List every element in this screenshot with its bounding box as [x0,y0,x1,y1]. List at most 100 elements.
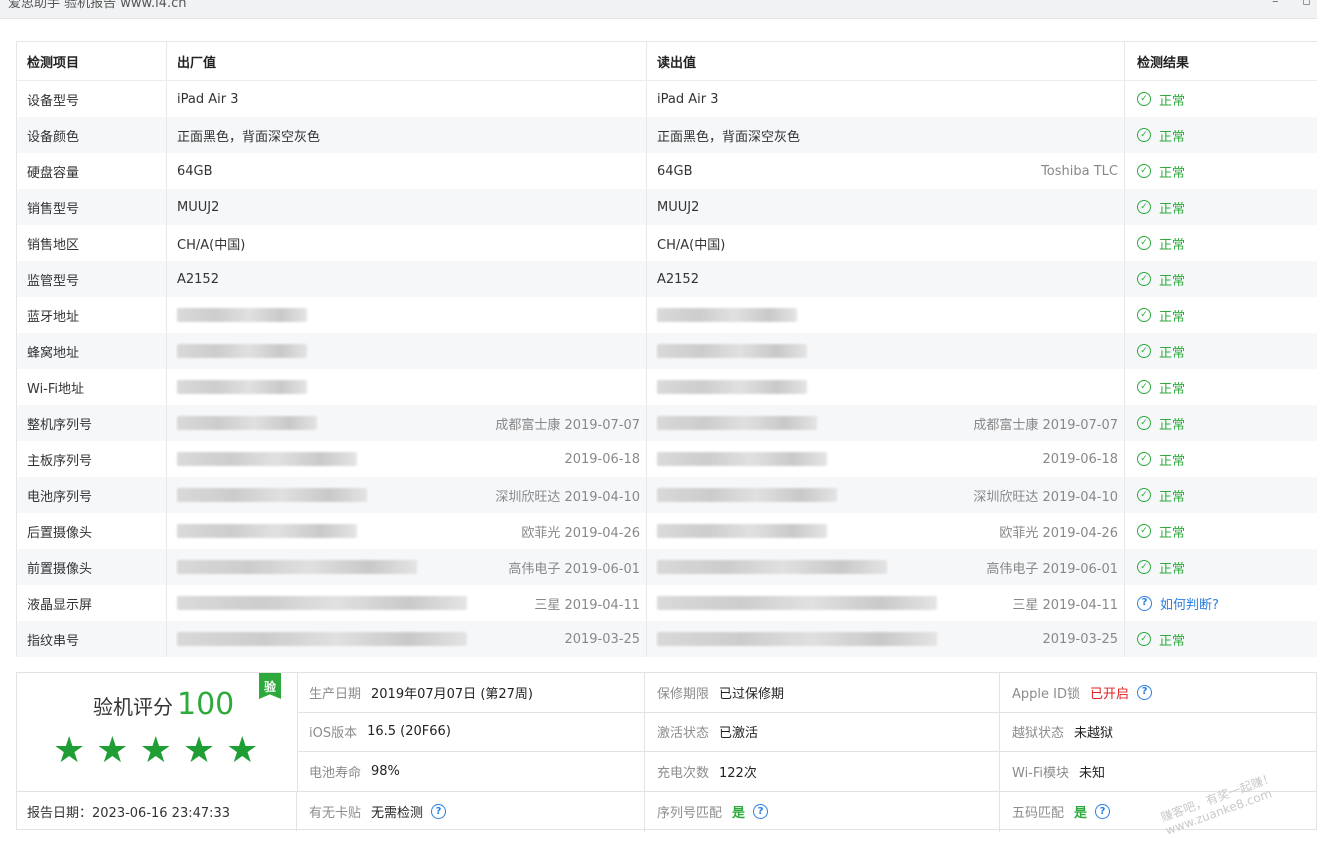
check-circle-icon: ✓ [1137,308,1151,322]
read-note: 2019-03-25 [1042,631,1118,647]
result-text: 正常 [1159,237,1186,253]
table-row: 销售地区 CH/A(中国) CH/A(中国) ✓ 正常 [17,225,1317,261]
result-cell: ✓ 正常 [1125,261,1317,297]
redacted-block [657,452,827,466]
result-text: 如何判断? [1160,597,1219,613]
summary-cell: 越狱状态 未越狱 [1000,713,1317,752]
item-name: 电池序列号 [17,477,167,513]
window-title: 爱思助手 验机报告 www.i4.cn [8,0,187,11]
result-cell: ✓ 正常 [1125,549,1317,585]
factory-note: 三星 2019-04-11 [534,597,640,613]
header-result: 检测结果 [1137,55,1190,71]
question-circle-icon: ? [1137,595,1152,611]
check-circle-icon: ✓ [1137,416,1151,430]
result-ok: ✓ 正常 [1137,234,1185,253]
summary-value: 无需检测 [371,806,424,821]
check-circle-icon: ✓ [1137,236,1151,250]
result-ok: ✓ 正常 [1137,342,1185,361]
table-row: 监管型号 A2152 A2152 ✓ 正常 [17,261,1317,297]
factory-value: 三星 2019-04-11 [167,585,647,621]
redacted-block [177,344,307,358]
redacted-block [177,632,467,646]
item-name: 蜂窝地址 [17,333,167,369]
summary-value: 是 [1074,806,1088,821]
read-value [647,369,1125,405]
factory-value [167,369,647,405]
how-to-judge-link[interactable]: ? 如何判断? [1137,594,1219,613]
summary-value: 2019年07月07日 (第27周) [371,686,534,702]
read-value: 2019-03-25 [647,621,1125,657]
redacted-block [177,524,357,538]
result-cell: ✓ 正常 [1125,117,1317,153]
result-text: 正常 [1159,309,1186,325]
read-note: 高伟电子 2019-06-01 [986,561,1118,577]
result-ok: ✓ 正常 [1137,558,1185,577]
question-circle-icon[interactable]: ? [1095,804,1111,819]
item-name: 硬盘容量 [17,153,167,189]
factory-note: 2019-06-18 [564,451,640,467]
item-name: 销售型号 [17,189,167,225]
summary-key: 保修期限 [657,686,710,702]
factory-value: MUUJ2 [167,189,647,225]
score-value: 100 [177,687,235,722]
item-name: 主板序列号 [17,441,167,477]
read-note: 成都富士康 2019-07-07 [973,417,1118,433]
redacted-block [177,560,417,574]
summary-value: 已激活 [719,726,759,742]
redacted-block [177,488,367,502]
summary-key: 充电次数 [657,765,710,781]
result-cell: ✓ 正常 [1125,189,1317,225]
star-icon: ★ [96,730,129,771]
summary-value: 16.5 (20F66) [367,724,451,740]
result-ok: ✓ 正常 [1137,126,1185,145]
redacted-block [657,632,937,646]
factory-note: 欧菲光 2019-04-26 [521,525,640,541]
table-row: 液晶显示屏 三星 2019-04-11 三星 2019-04-11? 如何判断? [17,585,1317,621]
minimize-button[interactable]: – [1272,0,1279,9]
summary-key: 电池寿命 [309,765,362,781]
factory-value: A2152 [167,261,647,297]
read-text: iPad Air 3 [657,91,719,107]
inspection-table: 检测项目 出厂值 读出值 检测结果 设备型号 iPad Air 3 iPad Air… [16,41,1317,657]
star-icon: ★ [182,730,216,771]
score-label: 验机评分 [93,695,173,719]
item-name: 设备型号 [17,81,167,117]
factory-text: 正面黑色，背面深空灰色 [177,129,321,145]
result-text: 正常 [1159,273,1186,289]
factory-text: CH/A(中国) [177,237,246,253]
result-cell: ✓ 正常 [1125,477,1317,513]
factory-text: A2152 [177,271,219,287]
redacted-block [177,380,307,394]
result-ok: ✓ 正常 [1137,90,1185,109]
check-circle-icon: ✓ [1137,92,1151,106]
read-value [647,297,1125,333]
header-item: 检测项目 [17,42,167,80]
summary-grid: 生产日期 2019年07月07日 (第27周) 保修期限 已过保修期 Apple ID锁… [297,673,1317,832]
factory-note: 高伟电子 2019-06-01 [508,561,640,577]
star-icon: ★ [139,730,172,771]
result-text: 正常 [1159,345,1186,361]
summary-value: 未越狱 [1074,726,1114,742]
redacted-block [657,596,937,610]
close-button[interactable]: ▫ [1302,0,1311,9]
table-row: 整机序列号 成都富士康 2019-07-07 成都富士康 2019-07-07 ✓ 正常 [17,405,1317,441]
factory-text: MUUJ2 [177,199,220,215]
factory-value: 成都富士康 2019-07-07 [167,405,647,441]
factory-value [167,297,647,333]
table-row: 后置摄像头 欧菲光 2019-04-26 欧菲光 2019-04-26 ✓ 正常 [17,513,1317,549]
question-circle-icon[interactable]: ? [431,804,447,819]
question-circle-icon[interactable]: ? [1137,684,1152,700]
table-row: 设备颜色 正面黑色，背面深空灰色 正面黑色，背面深空灰色 ✓ 正常 [17,117,1317,153]
item-name: 蓝牙地址 [17,297,167,333]
redacted-block [657,488,837,502]
table-row: 蜂窝地址 ✓ 正常 [17,333,1317,369]
question-circle-icon[interactable]: ? [753,804,769,819]
result-text: 正常 [1159,201,1186,217]
read-value: iPad Air 3 [647,81,1125,117]
redacted-block [657,308,797,322]
table-row: 设备型号 iPad Air 3 iPad Air 3 ✓ 正常 [17,81,1317,117]
summary-cell: iOS版本 16.5 (20F66) [297,712,645,752]
factory-value: 2019-03-25 [167,621,647,657]
result-text: 正常 [1159,561,1186,577]
redacted-block [177,308,307,322]
